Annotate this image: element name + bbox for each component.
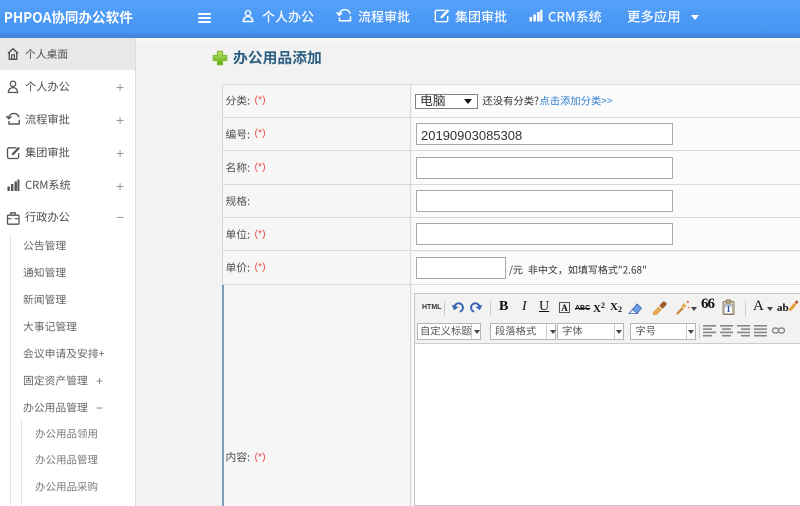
svg-text:T: T [725, 304, 731, 314]
